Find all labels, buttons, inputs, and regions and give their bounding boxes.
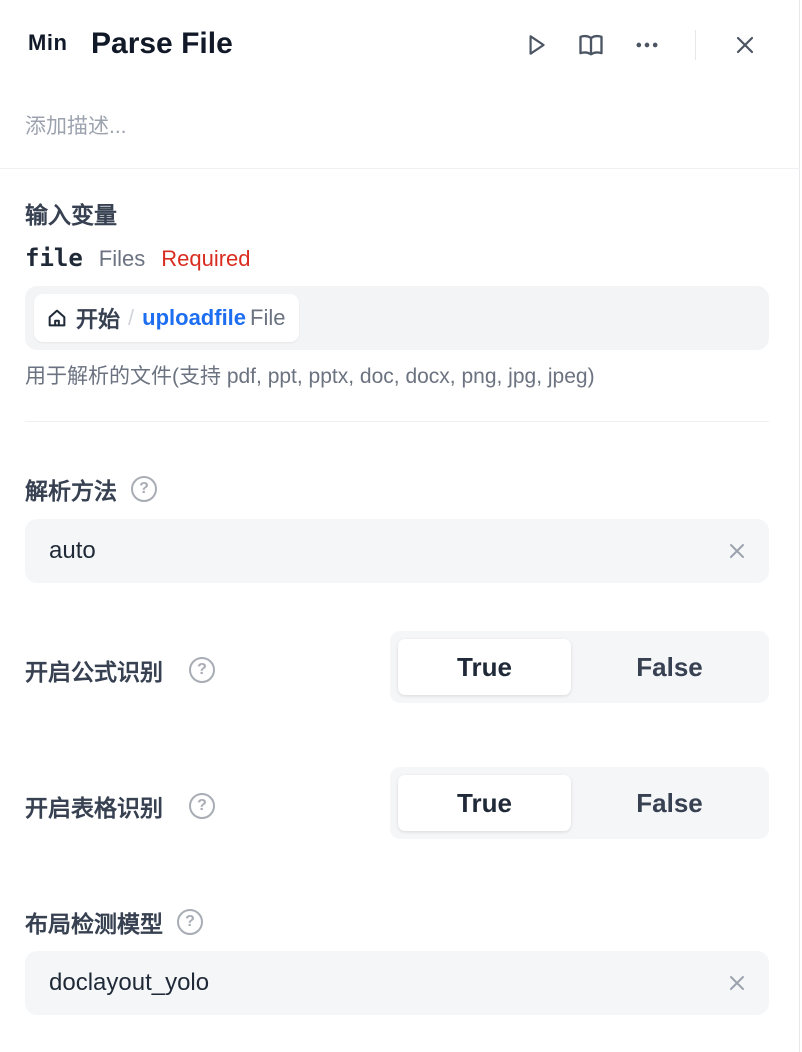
node-title[interactable]: Parse File [91,27,233,61]
table-recognition-label: 开启表格识别 [25,795,163,821]
clear-icon[interactable] [725,539,749,563]
book-icon[interactable] [576,30,606,60]
section-divider [25,421,769,422]
node-settings-panel: Min Parse File 添加描述... 输入变量 file Files R… [0,0,800,1052]
parse-method-value: auto [49,537,96,564]
layout-model-input[interactable]: doclayout_yolo [25,951,769,1015]
parse-method-input[interactable]: auto [25,519,769,583]
var-reference-chip[interactable]: 开始 / uploadfile File [34,294,300,342]
var-type: Files [98,246,146,271]
file-help-text: 用于解析的文件(支持 pdf, ppt, pptx, doc, docx, pn… [25,365,595,388]
clear-icon[interactable] [725,971,749,995]
formula-true-option[interactable]: True [398,639,571,695]
help-icon[interactable]: ? [177,909,203,935]
node-logo: Min [28,30,68,55]
formula-false-option[interactable]: False [583,639,756,695]
var-row: file Files Required [25,244,251,272]
description-input[interactable]: 添加描述... [25,110,127,140]
layout-model-label-row: 布局检测模型 ? [25,905,203,939]
table-true-option[interactable]: True [398,775,571,831]
source-node-label: 开始 [76,307,121,332]
path-separator: / [128,305,135,330]
source-var-type: File [250,305,286,330]
var-reference-field[interactable]: 开始 / uploadfile File [25,286,769,350]
table-recognition-toggle: True False [390,767,769,839]
layout-model-value: doclayout_yolo [49,969,210,996]
source-var-name: uploadfile [142,305,247,330]
formula-recognition-label: 开启公式识别 [25,659,163,685]
layout-model-label: 布局检测模型 [25,911,163,937]
header-divider [0,168,800,169]
home-icon [48,309,66,327]
run-icon[interactable] [521,30,551,60]
panel-header: Min Parse File [0,0,800,92]
table-false-option[interactable]: False [583,775,756,831]
help-icon[interactable]: ? [189,793,215,819]
parse-method-label-row: 解析方法 ? [25,472,157,506]
required-badge: Required [161,246,251,271]
close-icon[interactable] [730,30,760,60]
formula-recognition-toggle: True False [390,631,769,703]
formula-label-row: 开启公式识别 ? [25,653,215,687]
var-name: file [25,244,83,272]
more-icon[interactable] [632,30,662,60]
help-icon[interactable]: ? [131,476,157,502]
table-label-row: 开启表格识别 ? [25,789,215,823]
input-vars-title: 输入变量 [25,202,117,228]
help-icon[interactable]: ? [189,657,215,683]
parse-method-label: 解析方法 [25,478,117,504]
header-separator [695,30,696,60]
